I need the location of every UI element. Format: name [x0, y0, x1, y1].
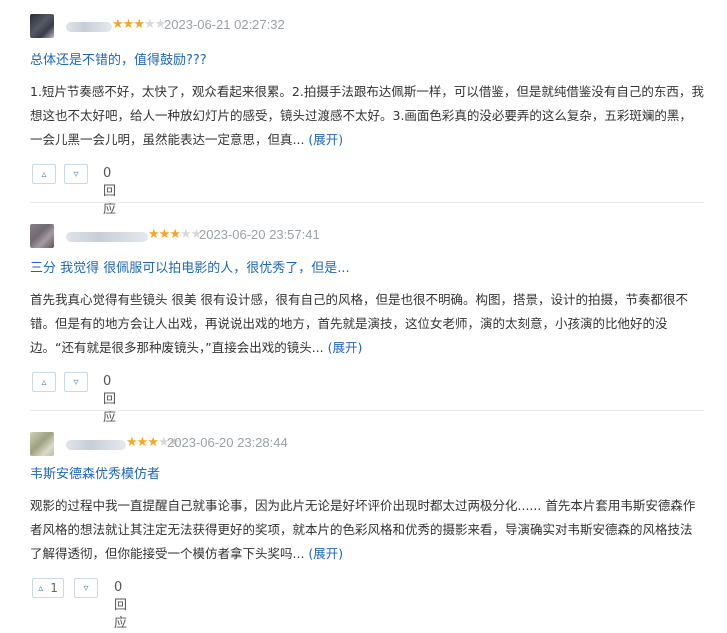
- star-icon: ★: [169, 227, 181, 242]
- star-icon: ★: [147, 435, 159, 450]
- downvote-button[interactable]: ▿: [74, 578, 98, 598]
- triangle-up-icon: ▵: [41, 168, 47, 180]
- review-body: 1.短片节奏感不好，太快了，观众看起来很累。2.拍摄手法跟布达佩斯一样，可以借鉴…: [30, 80, 704, 152]
- username[interactable]: [66, 232, 148, 242]
- review-date: 2023-06-20 23:57:41: [199, 227, 320, 242]
- star-icon: ★: [133, 17, 145, 32]
- upvote-button[interactable]: ▵ 1: [32, 578, 64, 598]
- star-icon: ★: [126, 435, 138, 450]
- reply-count-link[interactable]: 0回应: [103, 373, 116, 427]
- divider: [30, 202, 704, 203]
- star-icon: ★: [179, 227, 192, 242]
- username[interactable]: [66, 22, 112, 32]
- avatar[interactable]: [30, 14, 54, 38]
- star-icon: ★: [158, 227, 171, 242]
- triangle-up-icon: ▵: [41, 376, 47, 388]
- reply-count-link[interactable]: 0回应: [103, 165, 116, 219]
- rating-stars: ★★★★★: [112, 17, 166, 33]
- review-title[interactable]: 总体还是不错的，值得鼓励???: [30, 52, 207, 70]
- expand-link[interactable]: (展开): [308, 546, 343, 561]
- review-text: 1.短片节奏感不好，太快了，观众看起来很累。2.拍摄手法跟布达佩斯一样，可以借鉴…: [30, 84, 704, 147]
- rating-stars: ★★★★★: [148, 227, 202, 243]
- upvote-count: 1: [50, 581, 58, 595]
- upvote-button[interactable]: ▵: [32, 164, 56, 184]
- review-header: ★★★★★ 2023-06-20 23:28:44: [30, 432, 704, 458]
- reply-count-link[interactable]: 0回应: [114, 579, 127, 633]
- triangle-up-icon: ▵: [38, 582, 44, 594]
- review-header: ★★★★★ 2023-06-20 23:57:41: [30, 224, 704, 250]
- review-header: ★★★★★ 2023-06-21 02:27:32: [30, 14, 704, 40]
- avatar[interactable]: [30, 432, 54, 456]
- star-icon: ★: [136, 435, 149, 450]
- star-icon: ★: [122, 17, 135, 32]
- expand-link[interactable]: (展开): [328, 340, 363, 355]
- review-body: 观影的过程中我一直提醒自己就事论事，因为此片无论是好坏评价出现时都太过两极分化.…: [30, 494, 704, 566]
- star-icon: ★: [143, 17, 156, 32]
- triangle-down-icon: ▿: [83, 582, 89, 594]
- review-date: 2023-06-21 02:27:32: [164, 17, 285, 32]
- triangle-down-icon: ▿: [73, 376, 79, 388]
- downvote-button[interactable]: ▿: [64, 372, 88, 392]
- review-text: 观影的过程中我一直提醒自己就事论事，因为此片无论是好坏评价出现时都太过两极分化.…: [30, 498, 696, 561]
- review-title[interactable]: 韦斯安德森优秀模仿者: [30, 466, 160, 484]
- triangle-down-icon: ▿: [73, 168, 79, 180]
- star-icon: ★: [148, 227, 160, 242]
- review-title[interactable]: 三分 我觉得 很佩服可以拍电影的人，很优秀了，但是...: [30, 260, 350, 278]
- review-body: 首先我真心觉得有些镜头 很美 很有设计感，很有自己的风格，但是也很不明确。构图，…: [30, 288, 704, 360]
- divider: [30, 410, 704, 411]
- username[interactable]: [66, 440, 126, 450]
- upvote-button[interactable]: ▵: [32, 372, 56, 392]
- star-icon: ★: [112, 17, 124, 32]
- avatar[interactable]: [30, 224, 54, 248]
- expand-link[interactable]: (展开): [308, 132, 343, 147]
- downvote-button[interactable]: ▿: [64, 164, 88, 184]
- review-date: 2023-06-20 23:28:44: [167, 435, 288, 450]
